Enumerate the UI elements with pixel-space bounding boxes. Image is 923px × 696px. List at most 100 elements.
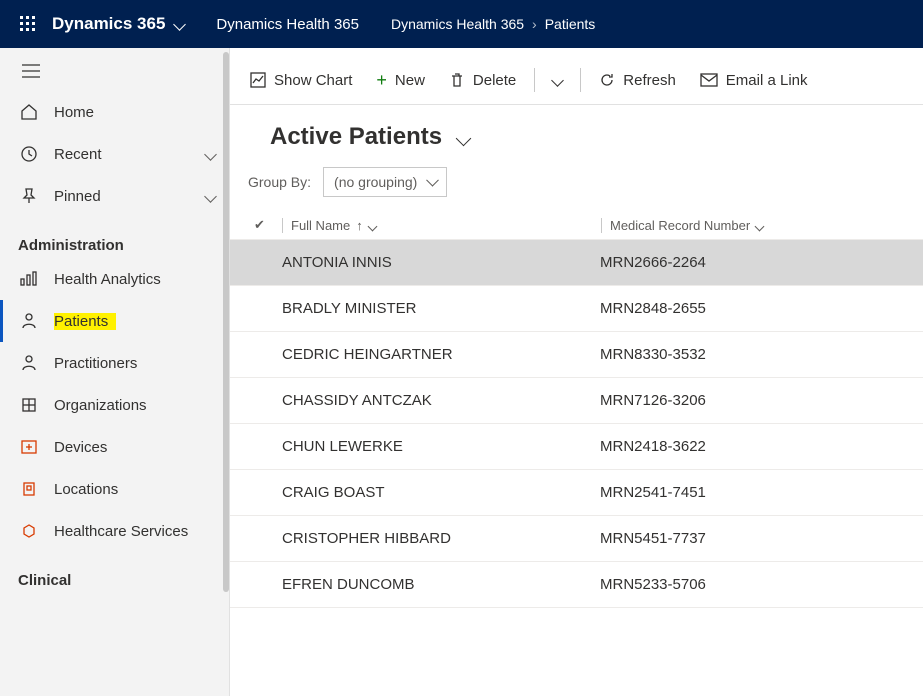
cell-full-name: EFREN DUNCOMB: [282, 576, 600, 593]
chevron-down-icon: [458, 123, 469, 151]
cell-mrn: MRN8330-3532: [600, 346, 706, 363]
table-row[interactable]: CHASSIDY ANTCZAKMRN7126-3206: [230, 378, 923, 424]
sidebar-item-label: Practitioners: [54, 355, 215, 372]
cell-full-name: BRADLY MINISTER: [282, 300, 600, 317]
organization-icon: [18, 394, 40, 416]
table-row[interactable]: CHUN LEWERKEMRN2418-3622: [230, 424, 923, 470]
command-label: Show Chart: [274, 72, 352, 89]
cell-mrn: MRN2418-3622: [600, 438, 706, 455]
sidebar-item-practitioners[interactable]: Practitioners: [0, 342, 229, 384]
refresh-button[interactable]: Refresh: [589, 66, 686, 95]
sidebar-item-patients[interactable]: Patients: [0, 300, 229, 342]
table-row[interactable]: CRISTOPHER HIBBARDMRN5451-7737: [230, 516, 923, 562]
command-label: New: [395, 72, 425, 89]
main-content: Show Chart + New Delete Refresh Email a …: [230, 48, 923, 696]
cell-mrn: MRN2848-2655: [600, 300, 706, 317]
show-chart-button[interactable]: Show Chart: [240, 66, 362, 95]
cell-mrn: MRN7126-3206: [600, 392, 706, 409]
person-icon: [18, 352, 40, 374]
sort-asc-icon: ↑: [356, 218, 363, 233]
sidebar-section-clinical: Clinical: [0, 552, 229, 593]
sidebar-item-label: Home: [54, 104, 215, 121]
sidebar-toggle[interactable]: [0, 56, 229, 91]
table-row[interactable]: ANTONIA INNISMRN2666-2264: [230, 240, 923, 286]
brand-chevron-icon[interactable]: [175, 16, 184, 32]
cell-full-name: CRAIG BOAST: [282, 484, 600, 501]
grid-body: ANTONIA INNISMRN2666-2264BRADLY MINISTER…: [230, 240, 923, 608]
sidebar-item-health-analytics[interactable]: Health Analytics: [0, 258, 229, 300]
plus-icon: +: [376, 70, 387, 91]
sidebar-item-label: Recent: [54, 146, 206, 163]
pin-icon: [18, 185, 40, 207]
analytics-icon: [18, 268, 40, 290]
sidebar-item-devices[interactable]: Devices: [0, 426, 229, 468]
command-label: Delete: [473, 72, 516, 89]
delete-dropdown[interactable]: [543, 70, 572, 91]
grid-header: ✔ Full Name ↑ Medical Record Number: [230, 211, 923, 240]
sidebar-item-locations[interactable]: Locations: [0, 468, 229, 510]
sidebar-item-label: Health Analytics: [54, 271, 215, 288]
sidebar-item-healthcare-services[interactable]: Healthcare Services: [0, 510, 229, 552]
sidebar-item-organizations[interactable]: Organizations: [0, 384, 229, 426]
sidebar: Home Recent Pinned Administration Health…: [0, 48, 230, 696]
groupby-label: Group By:: [248, 174, 311, 190]
command-label: Refresh: [623, 72, 676, 89]
cell-full-name: CHASSIDY ANTCZAK: [282, 392, 600, 409]
select-all-checkbox[interactable]: ✔: [254, 217, 282, 233]
table-row[interactable]: BRADLY MINISTERMRN2848-2655: [230, 286, 923, 332]
divider: [534, 68, 535, 92]
column-header-full-name[interactable]: Full Name ↑: [282, 218, 601, 233]
delete-button[interactable]: Delete: [439, 66, 526, 95]
app-name[interactable]: Dynamics Health 365: [216, 16, 359, 33]
home-icon: [18, 101, 40, 123]
chevron-down-icon: [369, 218, 376, 233]
cell-full-name: ANTONIA INNIS: [282, 254, 600, 271]
table-row[interactable]: EFREN DUNCOMBMRN5233-5706: [230, 562, 923, 608]
chevron-down-icon: [206, 146, 215, 163]
view-title-text: Active Patients: [270, 123, 442, 151]
table-row[interactable]: CRAIG BOASTMRN2541-7451: [230, 470, 923, 516]
app-launcher-icon[interactable]: [8, 4, 48, 44]
sidebar-item-label: Healthcare Services: [54, 523, 215, 540]
brand-name[interactable]: Dynamics 365: [52, 14, 165, 34]
sidebar-item-home[interactable]: Home: [0, 91, 229, 133]
cell-full-name: CHUN LEWERKE: [282, 438, 600, 455]
cell-full-name: CEDRIC HEINGARTNER: [282, 346, 600, 363]
divider: [580, 68, 581, 92]
table-row[interactable]: CEDRIC HEINGARTNERMRN8330-3532: [230, 332, 923, 378]
services-icon: [18, 520, 40, 542]
column-header-mrn[interactable]: Medical Record Number: [601, 218, 763, 233]
sidebar-item-pinned[interactable]: Pinned: [0, 175, 229, 217]
breadcrumb-current: Patients: [545, 16, 596, 32]
command-bar: Show Chart + New Delete Refresh Email a …: [230, 56, 923, 105]
cell-mrn: MRN5233-5706: [600, 576, 706, 593]
email-link-button[interactable]: Email a Link: [690, 66, 818, 95]
sidebar-section-administration: Administration: [0, 217, 229, 258]
cell-mrn: MRN2541-7451: [600, 484, 706, 501]
email-icon: [700, 73, 718, 87]
cell-mrn: MRN5451-7737: [600, 530, 706, 547]
chevron-down-icon: [206, 188, 215, 205]
location-icon: [18, 478, 40, 500]
sidebar-item-label: Locations: [54, 481, 215, 498]
command-label: Email a Link: [726, 72, 808, 89]
sidebar-item-recent[interactable]: Recent: [0, 133, 229, 175]
sidebar-item-label: Pinned: [54, 188, 206, 205]
sidebar-item-label: Devices: [54, 439, 215, 456]
chart-icon: [250, 72, 266, 88]
clock-icon: [18, 143, 40, 165]
global-header: Dynamics 365 Dynamics Health 365 Dynamic…: [0, 0, 923, 48]
device-icon: [18, 436, 40, 458]
view-selector[interactable]: Active Patients: [270, 123, 923, 151]
sidebar-item-label: Organizations: [54, 397, 215, 414]
cell-full-name: CRISTOPHER HIBBARD: [282, 530, 600, 547]
trash-icon: [449, 72, 465, 88]
sidebar-item-label: Patients: [54, 313, 108, 330]
groupby-select[interactable]: (no grouping): [323, 167, 447, 197]
breadcrumb-root[interactable]: Dynamics Health 365: [391, 16, 524, 32]
cell-mrn: MRN2666-2264: [600, 254, 706, 271]
new-button[interactable]: + New: [366, 64, 435, 97]
refresh-icon: [599, 72, 615, 88]
breadcrumb-separator-icon: ›: [532, 16, 537, 32]
chevron-down-icon: [756, 218, 763, 233]
